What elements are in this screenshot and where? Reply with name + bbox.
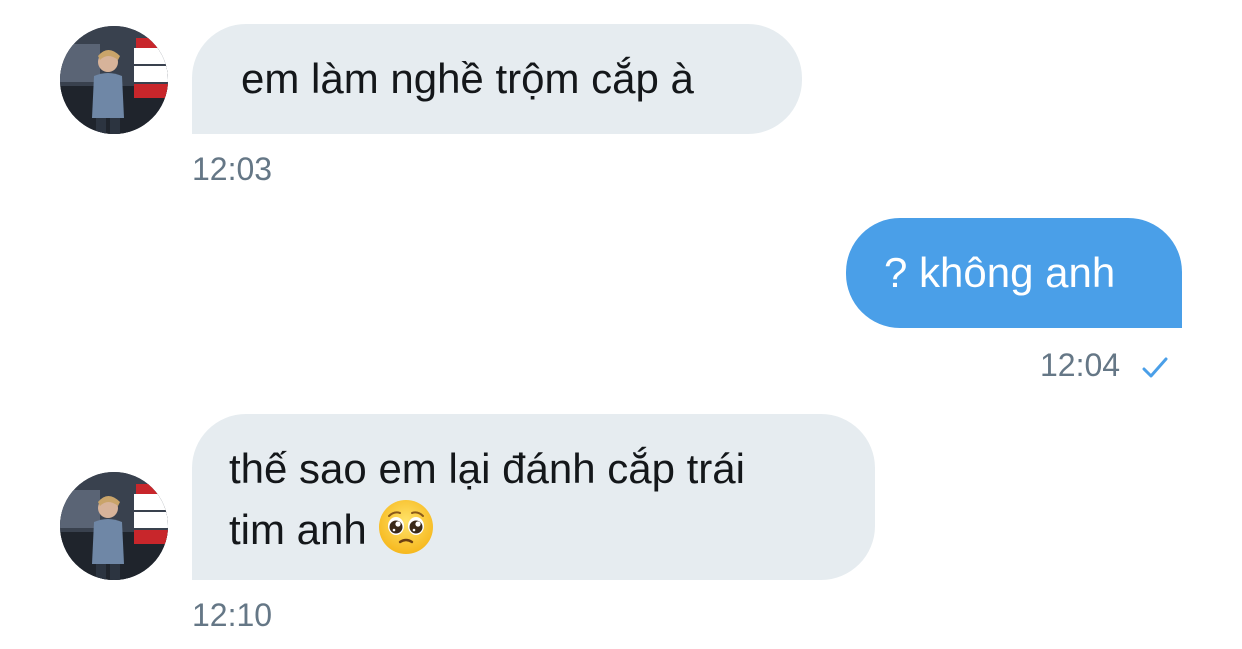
message-timestamp: 12:04 [1040,347,1121,383]
pleading-face-emoji-icon [378,500,433,554]
message-text: ? không anh [884,249,1116,296]
message-bubble-outgoing[interactable]: ? không anh [846,218,1182,328]
message-bubble-incoming[interactable]: thế sao em lại đánh cắp trái tim anh [192,414,875,580]
avatar-photo [60,26,168,134]
message-text: tim anh [229,506,367,553]
message-text: em làm nghề trộm cắp à [241,55,694,102]
message-status: 12:04 [1040,346,1169,384]
message-timestamp: 12:03 [192,151,273,187]
check-icon [1142,357,1168,378]
message-bubble-incoming[interactable]: em làm nghề trộm cắp à [192,24,802,134]
avatar-photo [60,472,168,580]
sender-avatar[interactable] [60,472,168,580]
message-text-line: thế sao em lại đánh cắp trái [229,445,745,492]
message-text-line: tim anh [229,498,875,559]
message-timestamp: 12:10 [192,597,273,633]
sender-avatar[interactable] [60,26,168,134]
